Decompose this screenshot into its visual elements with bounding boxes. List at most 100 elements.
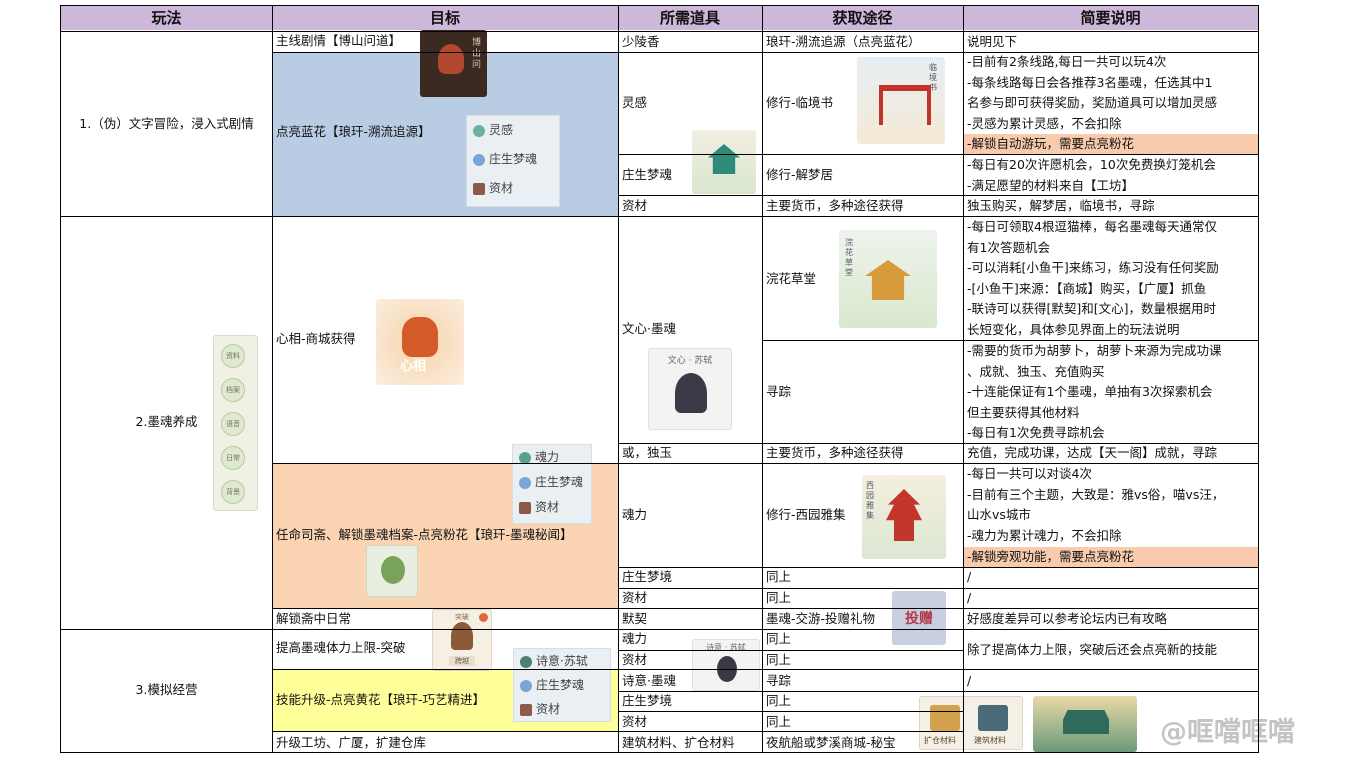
reward-label: 魂力 [535, 450, 560, 464]
item-materials: 建筑材料、扩仓材料 [622, 735, 735, 750]
pavilion-icon [708, 144, 740, 174]
route-3: 修行-解梦居 [766, 167, 834, 182]
item-linggan: 灵感 [622, 95, 648, 110]
item-zicai-2: 资材 [622, 590, 648, 605]
note-line: 长短变化，具体参见界面上的玩法说明 [967, 321, 1180, 337]
route-5: 浣花草堂 [766, 271, 817, 286]
expand-material-icon [930, 705, 960, 731]
route-16: 同上 [766, 714, 792, 729]
breakthrough-card: 突破 跨越 [432, 609, 492, 671]
note-line: -目前有2条线路,每日一共可以玩4次 [967, 54, 1167, 69]
item-zhuangsheng: 庄生梦魂 [622, 167, 673, 182]
route-8: 修行-西园雅集 [766, 507, 846, 522]
poem-icon [520, 655, 532, 668]
pink-flower-tile [366, 545, 418, 597]
grid-col-4 [963, 5, 964, 752]
route-7: 主要货币，多种途径获得 [766, 445, 904, 460]
route-6: 寻踪 [766, 384, 792, 399]
note-line: -[小鱼干]来源：【商城】购买，【广厦】抓鱼 [967, 280, 1207, 296]
goal-blue-flower: 点亮蓝花【琅玕-溯流追源】 [276, 124, 431, 139]
hunli-icon [519, 451, 531, 464]
portrait-label: 诗意 · 苏轼 [706, 643, 746, 652]
badge-background: 背景 [221, 480, 245, 504]
material-icon [520, 703, 532, 716]
reward-list-3: 诗意·苏轼 庄生梦魂 资材 [513, 648, 611, 722]
note-line: -每日有1次免费寻踪机会 [967, 425, 1105, 441]
red-gate-icon [879, 85, 931, 125]
item-zicai-3: 资材 [622, 652, 648, 667]
row-line [272, 731, 963, 732]
reward-label: 庄生梦魂 [535, 475, 584, 489]
row-line [618, 154, 1259, 155]
watermark: @哐噹哐噹 [1160, 717, 1295, 748]
tou-zeng-icon-tile: 投赠 [892, 591, 946, 645]
build-material-icon [978, 705, 1008, 731]
lingjing-scene-image: 临境书 [857, 57, 945, 144]
confirm-label: 跨越 [449, 656, 475, 666]
grid-col-3 [762, 5, 763, 752]
expand-material-label: 扩仓材料 [924, 736, 956, 745]
grid-col-2 [618, 5, 619, 752]
goal-breakthrough: 提高墨魂体力上限-突破 [276, 640, 406, 655]
incense-burner-icon [438, 44, 464, 74]
sushi-portrait-2: 诗意 · 苏轼 [692, 639, 760, 691]
note-line: -魂力为累计魂力，不会扣除 [967, 527, 1122, 543]
reward-item: 庄生梦魂 [514, 673, 610, 697]
note-xiyuan-highlight: -解锁旁观功能，需要点亮粉花 [967, 549, 1135, 564]
note-slash-1: / [967, 569, 972, 584]
goal-daily: 解锁斋中日常 [276, 611, 352, 626]
item-duyu: 或，独玉 [622, 445, 673, 460]
grid-left-border [60, 5, 61, 752]
row-line [60, 31, 1259, 32]
route-10: 同上 [766, 590, 792, 605]
reward-item: 资材 [467, 174, 559, 203]
grid-top-border [60, 5, 1259, 6]
note-linggan-highlight: -解锁自动游玩，需要点亮粉花 [967, 136, 1135, 151]
tile-text: 博山问 [472, 38, 482, 70]
reward-label: 庄生梦魂 [489, 152, 538, 166]
card-avatar [451, 622, 473, 650]
note-line: -目前有三个主题，大致是：雅vs俗，喵vs汪， [967, 486, 1225, 502]
row-line [60, 629, 1259, 630]
reward-list-1: 灵感 庄生梦魂 资材 [466, 115, 560, 207]
header-gameplay: 玩法 [61, 6, 272, 30]
reward-label: 庄生梦魂 [536, 678, 585, 692]
note-jiemengju: -每日有20次许愿机会，10次免费换灯笼机会 -满足愿望的材料来自【工坊】 [967, 155, 1257, 196]
item-hunli: 魂力 [622, 507, 648, 522]
row-line [618, 195, 1259, 196]
route-4: 主要货币，多种途径获得 [766, 198, 904, 213]
item-hunli-2: 魂力 [622, 631, 648, 646]
hall-icon [865, 260, 911, 300]
badge-voice: 语音 [221, 412, 245, 436]
row-line [618, 588, 1259, 589]
linggan-icon [473, 124, 485, 137]
route-13: 同上 [766, 652, 792, 667]
goal-xinxiang: 心相-商城获得 [276, 331, 356, 346]
materials-image: 扩仓材料 建筑材料 [919, 696, 1023, 750]
item-moqi: 默契 [622, 611, 648, 626]
note-line: -十连能保证有1个墨魂，单抽有3次探索机会 [967, 384, 1213, 400]
row-line [60, 216, 1259, 217]
row-line [272, 608, 1259, 609]
scene-label: 西园雅集 [866, 481, 874, 520]
item-wenxin: 文心·墨魂 [622, 321, 676, 336]
route-1: 琅玕-溯流追源（点亮蓝花） [766, 34, 921, 49]
scene-label: 临境书 [929, 63, 937, 92]
row-line [618, 711, 963, 712]
note-linggan: -目前有2条线路,每日一共可以玩4次 -每条线路每日会各推荐3名墨魂，任选其中1… [967, 52, 1257, 134]
dream-icon [520, 679, 532, 692]
material-icon [473, 182, 485, 195]
route-2: 修行-临境书 [766, 95, 834, 110]
row-line [618, 650, 963, 651]
grid-right-border [1258, 5, 1259, 752]
note-line: 、成就、独玉、充值购买 [967, 363, 1105, 379]
note-line: 有1次答题机会 [967, 239, 1050, 255]
reward-item: 魂力 [513, 445, 591, 470]
note-line: -联诗可以获得[默契]和[文心]，数量根据用时 [967, 301, 1217, 317]
note-line: -灵感为累计灵感，不会扣除 [967, 115, 1122, 131]
material-icon [519, 501, 531, 514]
dream-icon [473, 153, 485, 166]
header-items: 所需道具 [618, 6, 762, 30]
dream-icon [519, 476, 531, 489]
item-zicai-4: 资材 [622, 714, 648, 729]
